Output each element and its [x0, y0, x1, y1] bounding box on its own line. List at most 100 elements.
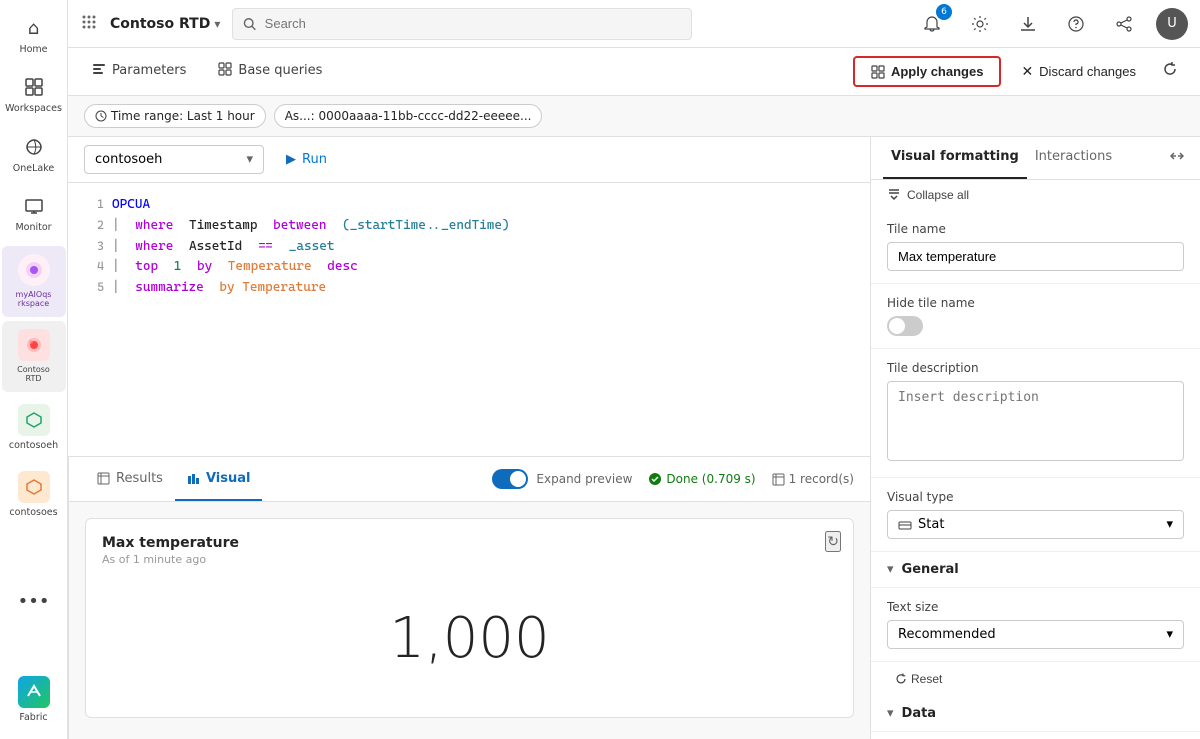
run-button[interactable]: ▶ Run: [272, 146, 341, 173]
hide-tile-name-toggle[interactable]: [887, 316, 923, 336]
asset-filter[interactable]: As...: 0000aaaa-11bb-cccc-dd22-eeeee...: [274, 104, 543, 128]
toggle-on[interactable]: [492, 469, 528, 489]
content-area: contosoeh ▾ ▶ Run 1 OPCUA 2: [68, 137, 1200, 739]
app-name[interactable]: Contoso RTD ▾: [110, 16, 220, 32]
general-section-header[interactable]: ▾ General: [871, 552, 1200, 588]
sidebar-more-btn[interactable]: •••: [2, 581, 66, 621]
sidebar-item-myai[interactable]: myAIOqsrkspace: [2, 246, 66, 317]
chevron-down-icon: ▾: [887, 562, 894, 577]
results-panel: Results Visual Expand preview: [68, 457, 870, 739]
visual-tab-label: Visual: [206, 471, 251, 486]
workspaces-icon: [22, 75, 46, 99]
tile-name-section: Tile name: [871, 210, 1200, 284]
left-panel: contosoeh ▾ ▶ Run 1 OPCUA 2: [68, 137, 870, 739]
hide-tile-name-section: Hide tile name: [871, 284, 1200, 349]
tile-subtitle: As of 1 minute ago: [102, 553, 837, 566]
expand-preview-toggle[interactable]: Expand preview: [492, 469, 632, 489]
reset-label: Reset: [911, 672, 942, 686]
avatar[interactable]: U: [1156, 8, 1188, 40]
app-name-chevron: ▾: [214, 17, 220, 31]
fabric-icon: [18, 676, 50, 708]
myai-icon: [18, 254, 50, 286]
download-btn[interactable]: [1012, 8, 1044, 40]
visual-type-value: Stat: [918, 517, 944, 532]
expand-panel-btn[interactable]: [1166, 137, 1188, 179]
editor-toolbar: contosoeh ▾ ▶ Run: [68, 137, 870, 183]
tile-name-input[interactable]: [887, 242, 1184, 271]
monitor-icon: [22, 194, 46, 218]
sidebar-item-label: contosoes: [9, 507, 57, 518]
format-tabs: Visual formatting Interactions: [871, 137, 1200, 180]
search-icon: [243, 17, 256, 31]
discard-x-icon: ✕: [1021, 63, 1033, 80]
reset-icon: [895, 673, 907, 685]
collapse-all-button[interactable]: Collapse all: [871, 180, 985, 210]
sidebar-item-workspaces[interactable]: Workspaces: [2, 67, 66, 122]
home-icon: ⌂: [22, 16, 46, 40]
visual-type-section: Visual type Stat ▾: [871, 478, 1200, 552]
visual-output: Max temperature As of 1 minute ago ↻ 1,0…: [69, 502, 870, 739]
visual-formatting-tab[interactable]: Visual formatting: [883, 137, 1027, 179]
grid-icon[interactable]: [80, 13, 98, 35]
sidebar-item-label: OneLake: [13, 163, 54, 174]
fabric-btn[interactable]: Fabric: [18, 676, 50, 723]
text-size-section: Text size Recommended ▾: [871, 588, 1200, 662]
interactions-tab[interactable]: Interactions: [1027, 137, 1120, 179]
topbar-right: 6: [916, 8, 1188, 40]
sidebar-item-contoso-rtd[interactable]: ContosoRTD: [2, 321, 66, 392]
results-icon: [97, 472, 110, 485]
contoso-rtd-icon: [18, 329, 50, 361]
base-queries-tab[interactable]: Base queries: [210, 48, 330, 96]
interactions-label: Interactions: [1035, 149, 1112, 164]
discard-changes-button[interactable]: ✕ Discard changes: [1009, 57, 1148, 86]
toolbar-strip: Parameters Base queries: [68, 48, 1200, 96]
notification-badge: 6: [936, 4, 952, 20]
workspace-select[interactable]: contosoeh ▾: [84, 145, 264, 174]
sidebar-item-contosoeh[interactable]: contosoeh: [2, 396, 66, 459]
text-size-value: Recommended: [898, 627, 996, 642]
search-bar[interactable]: [232, 8, 692, 40]
sidebar-item-monitor[interactable]: Monitor: [2, 186, 66, 241]
stat-icon: [898, 518, 912, 532]
share-btn[interactable]: [1108, 8, 1140, 40]
visual-tab[interactable]: Visual: [175, 457, 263, 501]
apply-changes-button[interactable]: Apply changes: [853, 56, 1001, 87]
onelake-icon: [22, 135, 46, 159]
tile-description-input[interactable]: [887, 381, 1184, 461]
run-label: Run: [302, 152, 327, 167]
sidebar-item-home[interactable]: ⌂ Home: [2, 8, 66, 63]
record-badge: 1 record(s): [772, 472, 854, 486]
done-label: Done (0.709 s): [666, 472, 755, 486]
expand-preview-label: Expand preview: [536, 472, 632, 486]
data-label: Data: [902, 706, 937, 721]
data-section-header[interactable]: ▾ Data: [871, 696, 1200, 732]
time-range-label: Time range: Last 1 hour: [111, 109, 255, 123]
text-size-select[interactable]: Recommended ▾: [887, 620, 1184, 649]
results-tab[interactable]: Results: [85, 457, 175, 501]
results-tabs: Results Visual Expand preview: [69, 457, 870, 502]
reset-button[interactable]: Reset: [879, 666, 958, 692]
sidebar-item-label: myAIOqsrkspace: [16, 290, 52, 309]
search-input[interactable]: [265, 16, 682, 31]
reset-row: Reset: [871, 662, 1200, 696]
apply-changes-label: Apply changes: [891, 64, 983, 79]
collapse-icon: [887, 188, 901, 202]
format-body: Collapse all Tile name Hide tile name Ti: [871, 180, 1200, 739]
notification-btn[interactable]: 6: [916, 8, 948, 40]
sidebar-item-onelake[interactable]: OneLake: [2, 127, 66, 182]
help-btn[interactable]: [1060, 8, 1092, 40]
toolbar-right: Apply changes ✕ Discard changes: [853, 55, 1184, 88]
parameters-tab[interactable]: Parameters: [84, 48, 194, 96]
sidebar-item-contosoes[interactable]: contosoes: [2, 463, 66, 526]
sidebar-item-label: contosoeh: [9, 440, 58, 451]
general-label: General: [902, 562, 959, 577]
download-icon: [1019, 15, 1037, 33]
refresh-button[interactable]: [1156, 55, 1184, 88]
base-queries-icon: [218, 62, 232, 80]
expand-icon: [1170, 149, 1184, 163]
time-range-filter[interactable]: Time range: Last 1 hour: [84, 104, 266, 128]
settings-btn[interactable]: [964, 8, 996, 40]
code-editor[interactable]: 1 OPCUA 2 | where Timestamp between (_st…: [68, 183, 870, 456]
visual-type-select[interactable]: Stat ▾: [887, 510, 1184, 539]
tile-refresh-button[interactable]: ↻: [825, 531, 841, 552]
